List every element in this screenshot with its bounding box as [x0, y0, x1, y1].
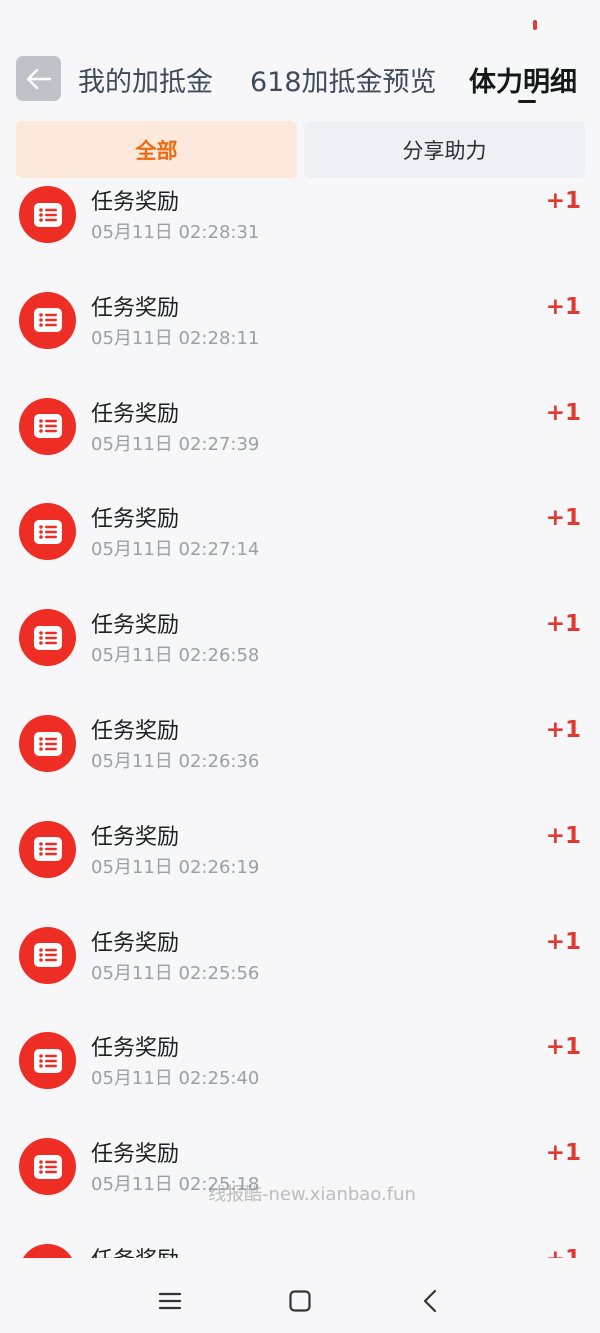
record-title: 任务奖励 [91, 507, 180, 533]
filter-all-button[interactable]: 全部 [16, 121, 297, 178]
tab-my-deduction[interactable]: 我的加抵金 [78, 60, 213, 99]
header: 我的加抵金 618加抵金预览 体力明细 [0, 52, 600, 108]
nav-home-button[interactable] [280, 1281, 320, 1321]
list-icon [33, 1048, 62, 1073]
record-time: 05月11日 02:28:11 [91, 327, 260, 349]
watermark: 线报酷-new.xianbao.fun [208, 1184, 416, 1205]
record-icon-badge [19, 715, 76, 772]
filter-bar: 全部 分享助力 [16, 121, 585, 178]
record-title: 任务奖励 [91, 1142, 180, 1168]
record-row[interactable]: 任务奖励 05月11日 02:25:56 +1 [0, 926, 600, 1033]
menu-icon [158, 1292, 182, 1310]
record-time: 05月11日 02:26:36 [91, 751, 260, 772]
chevron-left-icon [423, 1289, 437, 1313]
page: 我的加抵金 618加抵金预览 体力明细 全部 分享助力 任务奖励 05月11日 0… [0, 0, 600, 1333]
status-indicator [533, 20, 537, 30]
record-row[interactable]: 任务奖励05月11日 02:24:39+1 [0, 1244, 600, 1258]
arrow-left-icon [26, 68, 51, 89]
record-time: 05月11日 02:25:56 [91, 962, 260, 984]
list-icon [33, 943, 62, 968]
system-nav-bar [0, 1265, 600, 1333]
nav-menu-button[interactable] [150, 1281, 190, 1321]
record-points: +1 [545, 1034, 581, 1061]
list-icon [33, 414, 62, 439]
record-time: 05月11日 02:26:58 [91, 645, 260, 667]
record-points: +1 [545, 928, 581, 955]
record-points: +1 [545, 1140, 581, 1167]
record-title: 任务奖励 [91, 824, 180, 850]
back-button[interactable] [16, 56, 61, 101]
list-icon [33, 1154, 62, 1179]
square-icon [289, 1290, 311, 1312]
record-icon-badge [19, 1032, 76, 1090]
record-row[interactable]: 任务奖励 05月11日 02:26:58 +1 [0, 609, 600, 715]
record-title: 任务奖励 [91, 719, 180, 744]
list-icon [33, 519, 62, 544]
list-icon [33, 731, 62, 756]
record-title: 任务奖励 [91, 1242, 179, 1258]
record-time: 05月11日 02:26:19 [91, 856, 260, 878]
record-time: 05月11日 02:25:40 [91, 1068, 260, 1090]
record-list[interactable]: 任务奖励 05月11日 02:28:31 +1 任务奖励 05月11日 02:28:11… [0, 178, 600, 1258]
record-icon-badge [19, 397, 76, 455]
record-title: 任务奖励 [91, 930, 180, 956]
record-title: 任务奖励 [91, 190, 180, 215]
tab-stamina-detail[interactable]: 体力明细 [469, 60, 577, 99]
record-points: +1 [545, 505, 581, 532]
record-icon-badge [19, 1244, 76, 1258]
record-time: 05月11日 02:27:39 [91, 433, 260, 455]
record-row[interactable]: 任务奖励 05月11日 02:25:40 +1 [0, 1032, 600, 1138]
record-row[interactable]: 任务奖励 05月11日 02:28:11 +1 [0, 291, 600, 398]
record-time: 05月11日 02:28:31 [91, 222, 260, 243]
record-title: 任务奖励 [91, 1036, 180, 1062]
record-points: +1 [546, 1246, 581, 1258]
nav-back-button[interactable] [410, 1281, 450, 1321]
record-points: +1 [545, 399, 581, 426]
record-row[interactable]: 任务奖励 05月11日 02:26:36 +1 [0, 715, 600, 821]
filter-share-button[interactable]: 分享助力 [304, 121, 585, 178]
record-title: 任务奖励 [91, 401, 180, 427]
record-row[interactable]: 任务奖励 05月11日 02:28:31 +1 [0, 186, 600, 292]
record-points: +1 [545, 611, 581, 638]
record-icon-badge [19, 820, 76, 878]
record-row[interactable]: 任务奖励 05月11日 02:26:19 +1 [0, 820, 600, 927]
record-row[interactable]: 任务奖励 05月11日 02:27:39 +1 [0, 397, 600, 504]
active-tab-indicator [518, 100, 536, 103]
record-icon-badge [19, 291, 76, 349]
tab-618-preview[interactable]: 618加抵金预览 [250, 60, 437, 99]
record-icon-badge [19, 186, 76, 243]
record-title: 任务奖励 [91, 295, 180, 321]
list-icon [33, 308, 62, 333]
record-icon-badge [19, 926, 76, 984]
record-time: 05月11日 02:27:14 [91, 539, 260, 561]
record-row[interactable]: 任务奖励 05月11日 02:27:14 +1 [0, 503, 600, 609]
list-icon [33, 837, 62, 862]
list-icon [33, 625, 62, 650]
record-points: +1 [545, 188, 581, 214]
record-points: +1 [545, 293, 581, 320]
record-points: +1 [545, 822, 581, 849]
record-icon-badge [19, 609, 76, 667]
record-title: 任务奖励 [91, 613, 180, 639]
record-icon-badge [19, 1138, 76, 1196]
record-points: +1 [545, 717, 581, 743]
list-icon [33, 202, 62, 227]
record-icon-badge [19, 503, 76, 561]
